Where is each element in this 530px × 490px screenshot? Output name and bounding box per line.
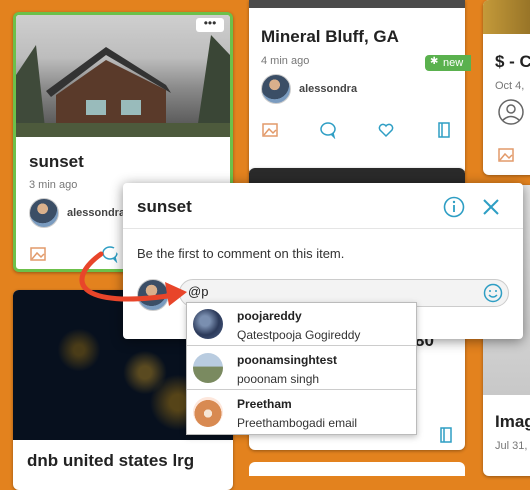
- card-thumbnail: [16, 15, 230, 137]
- avatar: [261, 74, 291, 104]
- mention-handle: Preetham: [237, 397, 292, 411]
- popup-title: sunset: [137, 197, 192, 216]
- image-icon[interactable]: [29, 245, 47, 263]
- card-mineral-bluff[interactable]: Mineral Bluff, GA 4 min ago alessondra: [249, 0, 465, 175]
- mention-dropdown: poojareddy Qatestpooja Gogireddy poonams…: [186, 302, 417, 435]
- mention-handle: poojareddy: [237, 309, 302, 323]
- card-author[interactable]: alessondra: [29, 198, 125, 228]
- close-icon[interactable]: [481, 197, 501, 222]
- card-title: Imag: [495, 412, 530, 431]
- like-icon[interactable]: [377, 121, 395, 139]
- user-placeholder-icon: [497, 98, 525, 131]
- mention-handle: poonamsinghtest: [237, 353, 338, 367]
- card-thumbnail: [249, 0, 465, 8]
- card-timestamp: Oct 4,: [495, 80, 525, 92]
- mention-option[interactable]: Preetham Preethambogadi email: [187, 391, 416, 434]
- new-badge: new: [425, 55, 472, 71]
- house-photo: [16, 35, 230, 137]
- avatar: [193, 353, 223, 383]
- card-menu-button[interactable]: •••: [196, 17, 224, 32]
- smiley-icon[interactable]: [483, 283, 503, 308]
- mention-fullname: pooonam singh: [237, 372, 320, 386]
- avatar: [29, 198, 59, 228]
- book-icon[interactable]: [437, 426, 455, 444]
- image-icon[interactable]: [497, 146, 515, 164]
- mention-option[interactable]: poojareddy Qatestpooja Gogireddy: [187, 303, 416, 346]
- author-name: alessondra: [299, 83, 358, 95]
- card-title: sunset: [29, 152, 84, 171]
- card-bottom-strip: [249, 462, 465, 476]
- card-dollar[interactable]: $ - C Oct 4,: [483, 0, 530, 175]
- mention-fullname: Preethambogadi email: [237, 416, 358, 430]
- info-icon[interactable]: [443, 196, 465, 223]
- book-icon[interactable]: [435, 121, 453, 139]
- bear-avatar: [193, 397, 223, 427]
- card-timestamp: 4 min ago: [261, 55, 310, 67]
- card-timestamp: 3 min ago: [29, 179, 78, 191]
- divider: [123, 228, 523, 229]
- card-title: $ - C: [495, 52, 530, 71]
- comment-icon[interactable]: [319, 121, 337, 139]
- mention-fullname: Qatestpooja Gogireddy: [237, 328, 361, 342]
- card-title: dnb united states lrg: [27, 451, 195, 470]
- annotation-arrow: [79, 251, 187, 306]
- mention-option[interactable]: poonamsinghtest pooonam singh: [187, 347, 416, 390]
- card-title: Mineral Bluff, GA: [261, 27, 399, 46]
- image-icon[interactable]: [261, 121, 279, 139]
- card-actions: [261, 121, 453, 139]
- comment-input[interactable]: [188, 284, 478, 299]
- avatar: [193, 309, 223, 339]
- card-author[interactable]: alessondra: [261, 74, 357, 104]
- author-name: alessondra: [67, 207, 126, 219]
- card-thumbnail: [483, 0, 530, 34]
- card-timestamp: Jul 31,: [495, 440, 528, 452]
